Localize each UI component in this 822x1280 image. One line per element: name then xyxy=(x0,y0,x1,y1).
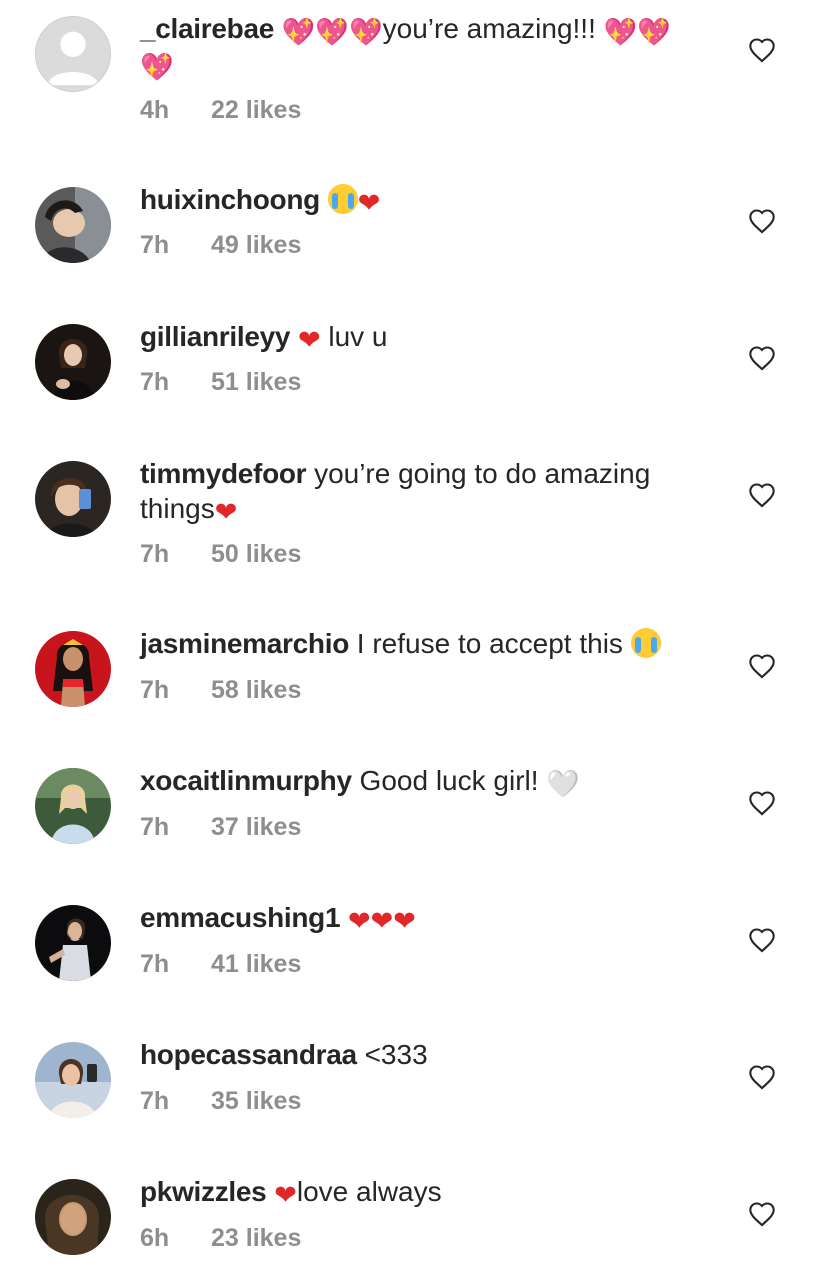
comment-username[interactable]: huixinchoong xyxy=(140,184,320,215)
like-button[interactable] xyxy=(748,790,776,816)
comment-meta: 7h 49 likes xyxy=(140,230,301,260)
heart-outline-icon xyxy=(749,928,775,953)
comment-text: hopecassandraa <333 xyxy=(140,1037,710,1072)
comment-likes[interactable]: 50 likes xyxy=(211,540,301,568)
heart-outline-icon xyxy=(749,1065,775,1090)
comment-time: 7h xyxy=(140,950,170,978)
comment-time: 7h xyxy=(140,676,170,704)
heart-outline-icon xyxy=(749,209,775,234)
avatar[interactable] xyxy=(35,905,111,981)
comment-text: pkwizzles ❤love always xyxy=(140,1174,710,1209)
comment-meta: 4h 22 likes xyxy=(140,95,301,125)
comment-likes[interactable]: 22 likes xyxy=(211,96,301,124)
like-button[interactable] xyxy=(748,208,776,234)
comment-meta: 7h 37 likes xyxy=(140,812,301,842)
heart-outline-icon xyxy=(749,346,775,371)
comment-body: luv u xyxy=(320,321,388,352)
comment-likes[interactable]: 41 likes xyxy=(211,950,301,978)
sparkling-heart-emoji: 💖💖💖 xyxy=(281,17,383,48)
red-heart-emoji: ❤ xyxy=(214,497,238,528)
comment-text: _clairebae 💖💖💖you’re amazing!!! 💖💖 💖 xyxy=(140,11,710,81)
like-button[interactable] xyxy=(748,345,776,371)
like-button[interactable] xyxy=(748,927,776,953)
comment-body: you’re amazing!!! xyxy=(382,13,604,44)
profile-photo xyxy=(35,461,111,537)
like-button[interactable] xyxy=(748,1201,776,1227)
comment-likes[interactable]: 37 likes xyxy=(211,813,301,841)
heart-outline-icon xyxy=(749,483,775,508)
profile-photo xyxy=(35,1179,111,1255)
like-button[interactable] xyxy=(748,653,776,679)
avatar[interactable] xyxy=(35,16,111,92)
like-button[interactable] xyxy=(748,482,776,508)
comment-time: 7h xyxy=(140,813,170,841)
comment-text: gillianrileyy ❤ luv u xyxy=(140,319,710,354)
profile-photo xyxy=(35,631,111,707)
comment-body: <333 xyxy=(364,1039,428,1070)
comment-meta: 7h 51 likes xyxy=(140,367,301,397)
avatar[interactable] xyxy=(35,187,111,263)
comment-meta: 7h 50 likes xyxy=(140,539,301,569)
comment-username[interactable]: pkwizzles xyxy=(140,1176,267,1207)
profile-photo xyxy=(35,768,111,844)
comment-username[interactable]: _clairebae xyxy=(140,13,274,44)
comment-text: emmacushing1 ❤❤❤ xyxy=(140,900,710,935)
heart-outline-icon xyxy=(749,791,775,816)
profile-photo xyxy=(35,324,111,400)
comment-meta: 7h 41 likes xyxy=(140,949,301,979)
comment-username[interactable]: xocaitlinmurphy xyxy=(140,765,352,796)
avatar[interactable] xyxy=(35,324,111,400)
comment-username[interactable]: hopecassandraa xyxy=(140,1039,357,1070)
comment-body: I refuse to accept this xyxy=(356,628,631,659)
comment-time: 4h xyxy=(140,96,170,124)
avatar[interactable] xyxy=(35,1179,111,1255)
comment-time: 6h xyxy=(140,1224,170,1252)
comment-text: timmydefoor you’re going to do amazing t… xyxy=(140,456,710,526)
profile-photo xyxy=(35,187,111,263)
red-heart-emoji: ❤❤❤ xyxy=(348,906,416,937)
comment-time: 7h xyxy=(140,368,170,396)
avatar[interactable] xyxy=(35,1042,111,1118)
comment-time: 7h xyxy=(140,1087,170,1115)
comment-username[interactable]: gillianrileyy xyxy=(140,321,290,352)
loudly-crying-face-emoji xyxy=(327,184,358,214)
red-heart-emoji: ❤ xyxy=(274,1180,297,1211)
heart-outline-icon xyxy=(749,1202,775,1227)
avatar[interactable] xyxy=(35,461,111,537)
comment-text: jasminemarchio I refuse to accept this xyxy=(140,626,710,661)
comment-body: love always xyxy=(296,1176,442,1207)
sparkling-heart-emoji: 💖 xyxy=(140,52,174,83)
comment-username[interactable]: timmydefoor xyxy=(140,458,307,489)
comment-time: 7h xyxy=(140,540,170,568)
red-heart-emoji: ❤ xyxy=(357,188,381,219)
like-button[interactable] xyxy=(748,37,776,63)
comment-likes[interactable]: 23 likes xyxy=(211,1224,301,1252)
comment-body: Good luck girl! xyxy=(359,765,547,796)
heart-outline-icon xyxy=(749,38,775,63)
avatar[interactable] xyxy=(35,768,111,844)
comment-meta: 7h 35 likes xyxy=(140,1086,301,1116)
comment-list: _clairebae 💖💖💖you’re amazing!!! 💖💖 💖 4h 2… xyxy=(0,0,822,1280)
comment-username[interactable]: jasminemarchio xyxy=(140,628,349,659)
loudly-crying-face-emoji xyxy=(630,628,661,658)
red-heart-emoji: ❤ xyxy=(297,325,321,356)
profile-photo xyxy=(35,1042,111,1118)
comment-likes[interactable]: 35 likes xyxy=(211,1087,301,1115)
comment-likes[interactable]: 51 likes xyxy=(211,368,301,396)
sparkling-heart-emoji: 💖💖 xyxy=(603,17,671,48)
comment-meta: 6h 23 likes xyxy=(140,1223,301,1253)
like-button[interactable] xyxy=(748,1064,776,1090)
profile-photo xyxy=(35,905,111,981)
comment-likes[interactable]: 49 likes xyxy=(211,231,301,259)
comment-meta: 7h 58 likes xyxy=(140,675,301,705)
comment-username[interactable]: emmacushing1 xyxy=(140,902,341,933)
comment-text: huixinchoong ❤ xyxy=(140,182,710,217)
white-heart-emoji: 🤍 xyxy=(546,769,580,800)
avatar[interactable] xyxy=(35,631,111,707)
comment-likes[interactable]: 58 likes xyxy=(211,676,301,704)
comment-text: xocaitlinmurphy Good luck girl! 🤍 xyxy=(140,763,710,798)
comment-time: 7h xyxy=(140,231,170,259)
person-silhouette-icon xyxy=(47,31,99,86)
heart-outline-icon xyxy=(749,654,775,679)
